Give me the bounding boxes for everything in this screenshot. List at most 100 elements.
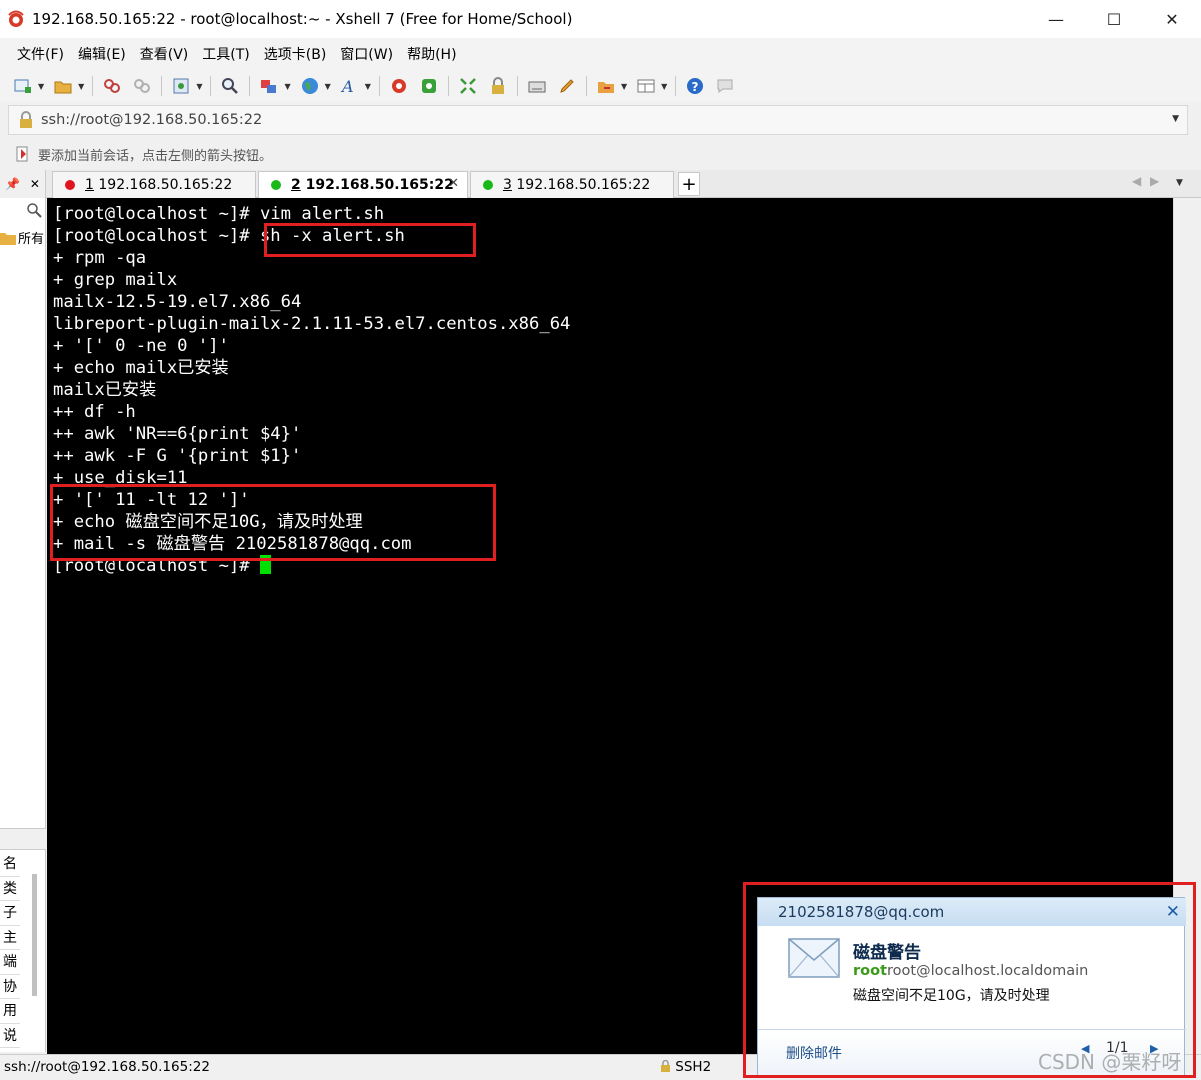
fullscreen-icon[interactable] [457, 75, 479, 97]
toolbar-separator [675, 76, 677, 96]
tab-scroll-left-icon[interactable]: ◀ [1132, 174, 1141, 188]
toolbar-separator [92, 76, 94, 96]
menu-help[interactable]: 帮助(H) [400, 44, 463, 64]
lock-icon[interactable] [487, 75, 509, 97]
address-input[interactable]: ssh://root@192.168.50.165:22 [41, 112, 262, 128]
open-folder-icon[interactable] [52, 75, 74, 97]
bookmark-icon[interactable] [14, 145, 32, 163]
close-pane-icon[interactable]: ✕ [30, 177, 40, 191]
tab-session-1[interactable]: 1 192.168.50.165:22 [52, 171, 256, 198]
globe-dropdown-icon[interactable]: ▼ [325, 82, 331, 91]
properties-icon[interactable] [170, 75, 192, 97]
find-icon[interactable] [219, 75, 241, 97]
add-tab-button[interactable]: + [678, 172, 700, 196]
transfer-dropdown-icon[interactable]: ▼ [621, 82, 627, 91]
window-layout-dropdown-icon[interactable]: ▼ [661, 82, 667, 91]
status-dot-icon [483, 180, 493, 190]
window-layout-icon[interactable] [635, 75, 657, 97]
tab-number: 1 [85, 177, 94, 193]
new-session-icon[interactable] [12, 75, 34, 97]
toolbar-separator [516, 76, 518, 96]
transfer-icon[interactable] [595, 75, 617, 97]
pane-splitter[interactable] [0, 828, 46, 850]
status-dot-icon [271, 180, 281, 190]
pin-icon[interactable]: 📌 [5, 177, 20, 191]
terminal-line: + rpm -qa [53, 248, 147, 268]
toolbar-separator [447, 76, 449, 96]
toolbar-separator [249, 76, 251, 96]
font-icon[interactable]: A [339, 75, 361, 97]
toolbar-separator [161, 76, 163, 96]
highlight-icon[interactable] [556, 75, 578, 97]
font-dropdown-icon[interactable]: ▼ [365, 82, 371, 91]
menu-window[interactable]: 窗口(W) [333, 44, 400, 64]
disconnect-icon[interactable] [131, 75, 153, 97]
tab-number: 2 [291, 177, 301, 193]
terminal-line: ++ df -h [53, 402, 136, 422]
layout-icon[interactable] [258, 75, 280, 97]
maximize-button[interactable]: ☐ [1085, 0, 1143, 38]
lock-icon [661, 1059, 670, 1072]
svg-text:A: A [340, 77, 354, 96]
address-bar[interactable]: ssh://root@192.168.50.165:22 ▼ [8, 105, 1188, 135]
menu-tab[interactable]: 选项卡(B) [257, 44, 334, 64]
terminal-line: ++ awk -F G '{print $1}' [53, 446, 302, 466]
status-connection: ssh://root@192.168.50.165:22 [4, 1059, 210, 1075]
status-protocol: SSH2 [660, 1059, 711, 1075]
menu-view[interactable]: 查看(V) [133, 44, 196, 64]
watermark: CSDN @栗籽呀 [1038, 1050, 1182, 1074]
status-protocol-label: SSH2 [675, 1059, 712, 1075]
xshell-icon[interactable] [388, 75, 410, 97]
terminal-line: mailx已安装 [53, 380, 157, 400]
property-list: 名 类 子 主 端 协 用 说 [0, 852, 20, 1048]
terminal-line: mailx-12.5-19.el7.x86_64 [53, 292, 302, 312]
property-port: 端 [0, 950, 20, 975]
help-icon[interactable]: ? [684, 75, 706, 97]
highlight-box-alert [50, 484, 496, 561]
keyboard-icon[interactable] [526, 75, 548, 97]
tab-session-2[interactable]: 2 192.168.50.165:22 ✕ [258, 171, 468, 198]
new-session-dropdown-icon[interactable]: ▼ [38, 82, 44, 91]
close-window-button[interactable]: ✕ [1143, 0, 1201, 38]
properties-dropdown-icon[interactable]: ▼ [196, 82, 202, 91]
property-user: 用 [0, 999, 20, 1024]
lock-icon [20, 111, 32, 128]
tab-scroll-right-icon[interactable]: ▶ [1150, 174, 1159, 188]
xshell-logo-icon [8, 10, 24, 27]
open-dropdown-icon[interactable]: ▼ [78, 82, 84, 91]
property-name: 名 [0, 852, 20, 877]
highlight-box-command [264, 223, 476, 257]
pane-controls: 📌 ✕ [0, 170, 46, 198]
tab-list-dropdown-icon[interactable]: ▼ [1176, 178, 1183, 188]
menu-bar: 文件(F) 编辑(E) 查看(V) 工具(T) 选项卡(B) 窗口(W) 帮助(… [0, 38, 1201, 70]
tab-label: 192.168.50.165:22 [516, 177, 651, 193]
property-protocol: 协 [0, 974, 20, 999]
terminal-line: + grep mailx [53, 270, 178, 290]
menu-edit[interactable]: 编辑(E) [71, 44, 133, 64]
connect-icon[interactable] [101, 75, 123, 97]
terminal-line: [root@localhost ~]# vim alert.sh [53, 204, 385, 224]
menu-file[interactable]: 文件(F) [10, 44, 71, 64]
globe-icon[interactable] [299, 75, 321, 97]
minimize-button[interactable]: — [1027, 0, 1085, 38]
tab-number: 3 [503, 177, 512, 193]
xftp-icon[interactable] [418, 75, 440, 97]
property-scrollbar[interactable] [32, 874, 37, 996]
tab-close-icon[interactable]: ✕ [448, 176, 459, 191]
toolbar-separator [585, 76, 587, 96]
terminal-line: + echo mailx已安装 [53, 358, 229, 378]
search-icon[interactable] [26, 202, 42, 218]
session-manager-pane: 所有 名 类 子 主 端 协 用 说 [0, 198, 46, 1052]
toolbar-separator [210, 76, 212, 96]
menu-tools[interactable]: 工具(T) [195, 44, 256, 64]
chat-icon[interactable] [714, 75, 736, 97]
layout-dropdown-icon[interactable]: ▼ [284, 82, 290, 91]
address-dropdown-icon[interactable]: ▼ [1172, 114, 1179, 124]
tab-session-3[interactable]: 3 192.168.50.165:22 [470, 171, 674, 198]
folder-icon [0, 232, 16, 245]
hint-bar: 要添加当前会话，点击左侧的箭头按钮。 [0, 140, 1201, 168]
folder-label: 所有 [18, 232, 45, 247]
terminal-line: + '[' 0 -ne 0 ']' [53, 336, 229, 356]
all-sessions-folder[interactable]: 所有 [0, 228, 44, 247]
terminal-line: ++ awk 'NR==6{print $4}' [53, 424, 302, 444]
